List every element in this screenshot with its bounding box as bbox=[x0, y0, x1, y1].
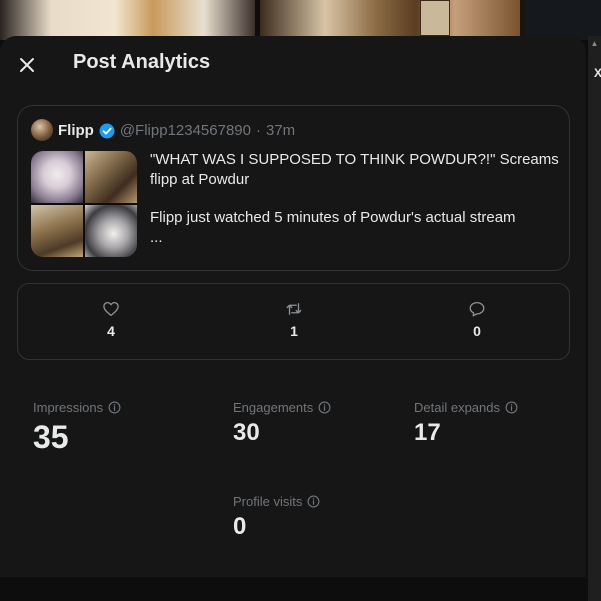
background-image-right bbox=[260, 0, 520, 40]
info-icon[interactable] bbox=[108, 401, 121, 414]
post-text-line: Flipp just watched 5 minutes of Powdur's… bbox=[150, 209, 516, 226]
post-media-grid[interactable] bbox=[31, 151, 137, 257]
impressions-label: Impressions bbox=[33, 400, 104, 415]
background-sign bbox=[420, 0, 450, 36]
post-time: 37m bbox=[266, 122, 296, 139]
replies-count: 0 bbox=[473, 323, 481, 339]
media-thumbnail[interactable] bbox=[85, 205, 137, 257]
likes-count: 4 bbox=[107, 323, 115, 339]
detail-expands-value: 17 bbox=[414, 419, 441, 446]
separator-dot: · bbox=[256, 122, 261, 139]
scrollbar[interactable] bbox=[588, 36, 601, 601]
post-author-row: Flipp @Flipp1234567890 · 37m bbox=[58, 122, 295, 139]
engagements-metric: Engagements 30 bbox=[233, 400, 331, 447]
author-name[interactable]: Flipp bbox=[58, 122, 94, 139]
background-image-left bbox=[0, 0, 255, 40]
verified-badge-icon bbox=[99, 123, 115, 138]
profile-visits-metric: Profile visits 0 bbox=[233, 494, 320, 541]
author-handle: @Flipp1234567890 bbox=[119, 122, 251, 139]
detail-expands-label: Detail expands bbox=[414, 400, 500, 415]
background-side bbox=[525, 0, 601, 40]
post-text: "WHAT WAS I SUPPOSED TO THINK POWDUR?!" … bbox=[150, 150, 560, 248]
reposts-stat[interactable]: 1 bbox=[264, 300, 324, 339]
engagements-label: Engagements bbox=[233, 400, 314, 415]
likes-stat[interactable]: 4 bbox=[81, 300, 141, 339]
modal-title: Post Analytics bbox=[73, 51, 211, 73]
engagements-value: 30 bbox=[233, 419, 260, 446]
impressions-metric: Impressions 35 bbox=[33, 400, 121, 456]
heart-icon bbox=[103, 301, 119, 317]
media-thumbnail[interactable] bbox=[31, 205, 83, 257]
info-icon[interactable] bbox=[505, 401, 518, 414]
avatar[interactable] bbox=[31, 119, 53, 141]
post-text-line: "WHAT WAS I SUPPOSED TO THINK POWDUR?!" … bbox=[150, 151, 559, 188]
background-media-strip bbox=[0, 0, 601, 40]
reposts-count: 1 bbox=[290, 323, 298, 339]
info-icon[interactable] bbox=[307, 495, 320, 508]
reply-icon bbox=[469, 301, 485, 317]
profile-visits-label: Profile visits bbox=[233, 494, 303, 509]
media-thumbnail[interactable] bbox=[85, 151, 137, 203]
media-thumbnail[interactable] bbox=[31, 151, 83, 203]
post-text-more: ... bbox=[150, 229, 163, 246]
page-bottom-backdrop bbox=[0, 577, 586, 601]
replies-stat[interactable]: 0 bbox=[447, 300, 507, 339]
detail-expands-metric: Detail expands 17 bbox=[414, 400, 518, 447]
engagement-summary: 4 1 0 bbox=[17, 283, 570, 360]
side-x-logo-icon: X bbox=[594, 66, 601, 80]
scroll-up-arrow-icon[interactable]: ▲ bbox=[589, 38, 600, 49]
repost-icon bbox=[286, 303, 302, 315]
profile-visits-value: 0 bbox=[233, 513, 247, 540]
info-icon[interactable] bbox=[318, 401, 331, 414]
quoted-post-card[interactable]: Flipp @Flipp1234567890 · 37m "WHAT WAS I… bbox=[17, 105, 570, 271]
impressions-value: 35 bbox=[33, 419, 69, 455]
close-button[interactable] bbox=[14, 52, 40, 78]
close-icon bbox=[20, 58, 34, 72]
